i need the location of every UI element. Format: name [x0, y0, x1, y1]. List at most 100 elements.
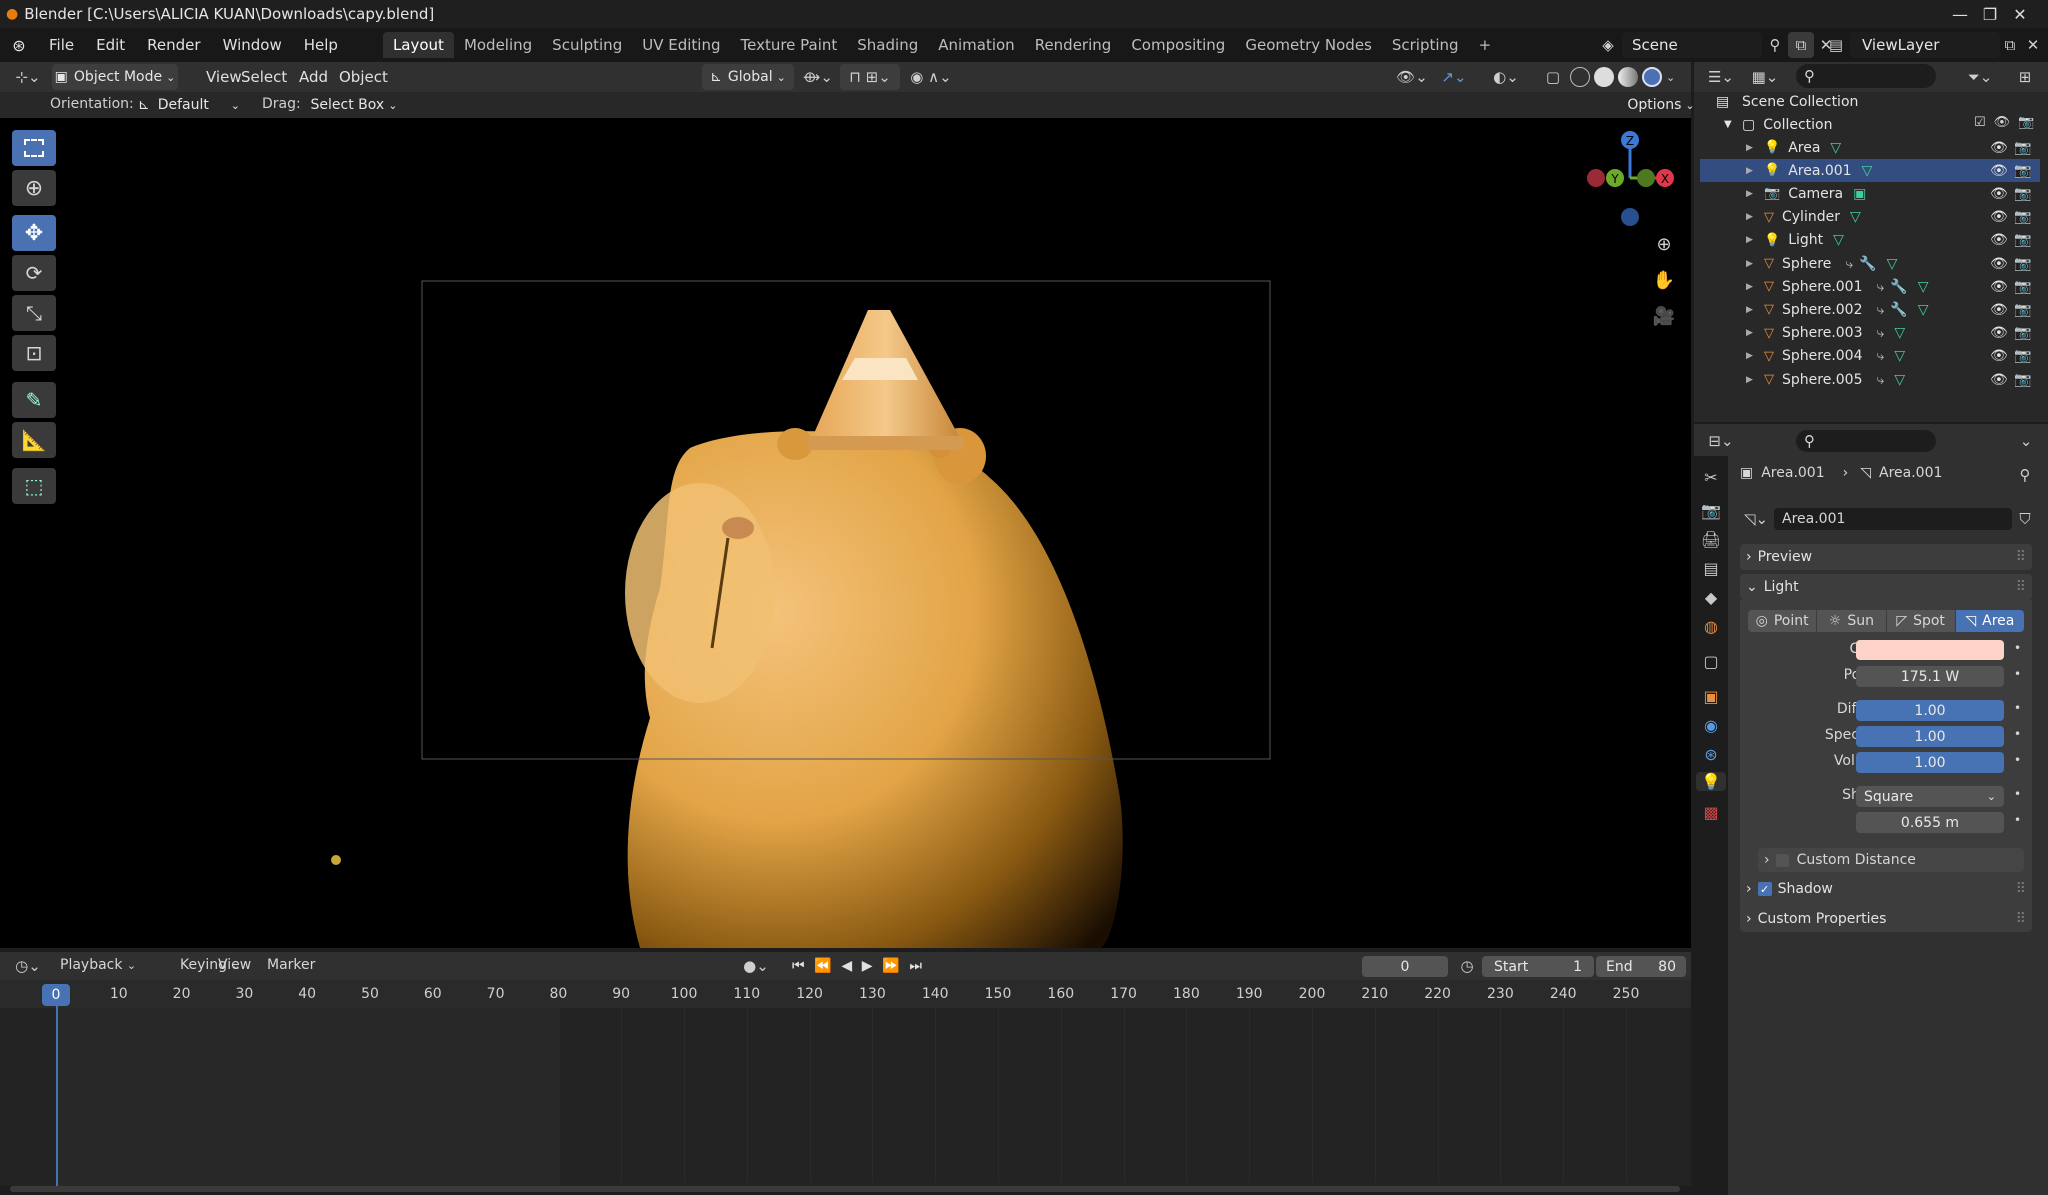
tab-layout[interactable]: Layout — [382, 32, 454, 58]
wireframe-shading-icon[interactable] — [1570, 67, 1590, 87]
proportional-editing-icon[interactable]: ◉ ∧⌄ — [906, 64, 956, 90]
playhead-frame-indicator[interactable]: 0 — [42, 984, 70, 1006]
outliner-item[interactable]: ▶ ▽ Sphere.003 ⤷ ▽ 👁 📷 — [1700, 322, 2040, 345]
outliner-scene-collection[interactable]: ▤ Scene Collection — [1700, 90, 2040, 113]
outliner-item[interactable]: ▶ ▽ Sphere.001 ⤷ 🔧 ▽ 👁 📷 — [1700, 275, 2040, 298]
volume-slider[interactable]: 1.00 — [1856, 752, 2004, 773]
drag-selector[interactable]: Select Box ⌄ — [308, 94, 400, 116]
light-type-area[interactable]: ◹ Area — [1955, 610, 2024, 632]
select-box-tool[interactable] — [12, 130, 56, 166]
fake-user-icon[interactable]: ⛉ — [2014, 508, 2036, 530]
visibility-icon[interactable]: 👁⌄ — [1394, 64, 1430, 90]
color-swatch[interactable] — [1856, 640, 2004, 660]
gizmo-toggle-icon[interactable]: ↗⌄ — [1434, 64, 1474, 90]
close-window-icon[interactable]: ✕ — [1990, 0, 2048, 28]
start-frame-field[interactable]: Start 1 — [1482, 956, 1594, 977]
expand-arrow-icon[interactable]: ▶ — [1746, 166, 1760, 176]
orientation-selector[interactable]: ⊾ Default ⌄ — [134, 94, 246, 116]
new-scene-icon[interactable]: ⧉ — [1788, 32, 1814, 58]
datablock-name-field[interactable]: Area.001 — [1774, 508, 2012, 530]
expand-arrow-icon[interactable]: ▶ — [1746, 235, 1760, 245]
outliner-item[interactable]: ▶ ▽ Sphere.005 ⤷ ▽ 👁 📷 — [1700, 368, 2040, 391]
snap-icon[interactable]: ⊓ ⊞⌄ — [840, 64, 900, 90]
power-field[interactable]: 175.1 W — [1856, 666, 2004, 687]
tab-scripting[interactable]: Scripting — [1382, 32, 1469, 58]
camera-render-icon[interactable]: 📷 — [2018, 115, 2034, 130]
menu-help[interactable]: Help — [293, 32, 349, 58]
transform-tool[interactable]: ⊡ — [12, 335, 56, 371]
diffuse-slider[interactable]: 1.00 — [1856, 700, 2004, 721]
object-tab-icon[interactable]: ▣ — [1703, 687, 1718, 706]
shape-dropdown[interactable]: Square ⌄ — [1856, 786, 2004, 807]
keyframe-dot-icon[interactable]: • — [2014, 813, 2021, 827]
keyframe-dot-icon[interactable]: • — [2014, 787, 2021, 801]
annotate-tool[interactable]: ✎ — [12, 382, 56, 418]
collection-exclude-checkbox[interactable]: ☑ — [1974, 115, 1986, 130]
keyframe-dot-icon[interactable]: • — [2014, 641, 2021, 655]
size-field[interactable]: 0.655 m — [1856, 812, 2004, 833]
eye-icon[interactable]: 👁 — [1990, 372, 2008, 388]
pin-properties-icon[interactable]: ⚲ — [2014, 464, 2036, 486]
view-layer-icon[interactable]: ▤ — [1822, 32, 1850, 58]
camera-render-icon[interactable]: 📷 — [2014, 348, 2031, 364]
eye-icon[interactable]: 👁 — [1994, 115, 2011, 130]
next-keyframe-icon[interactable]: ⏩ — [882, 958, 899, 974]
navigation-gizmo[interactable]: Z Y X — [1580, 128, 1680, 238]
camera-render-icon[interactable]: 📷 — [2014, 325, 2031, 341]
expand-arrow-icon[interactable]: ▶ — [1746, 259, 1760, 269]
tab-uv-editing[interactable]: UV Editing — [632, 32, 730, 58]
material-shading-icon[interactable] — [1618, 67, 1638, 87]
eye-icon[interactable]: 👁 — [1990, 302, 2008, 318]
overlay-icon[interactable]: ◐⌄ — [1486, 64, 1526, 90]
playhead-line[interactable] — [56, 1006, 58, 1186]
keyframe-dot-icon[interactable]: • — [2014, 727, 2021, 741]
timeline-menu-view[interactable]: View — [218, 957, 251, 973]
keyframe-dot-icon[interactable]: • — [2014, 667, 2021, 681]
3d-viewport[interactable] — [0, 118, 1691, 948]
options-button[interactable]: Options ⌄ — [1627, 94, 1695, 116]
jump-end-icon[interactable]: ⏭ — [909, 958, 922, 974]
camera-view-icon[interactable]: 🎥 — [1650, 302, 1678, 330]
tab-geometry-nodes[interactable]: Geometry Nodes — [1235, 32, 1382, 58]
shadow-panel-header[interactable]: › ✓ Shadow ⠿ — [1740, 876, 2032, 902]
menu-file[interactable]: File — [38, 32, 85, 58]
tab-sculpting[interactable]: Sculpting — [542, 32, 632, 58]
mode-selector[interactable]: ▣ Object Mode ⌄ — [52, 64, 178, 90]
camera-render-icon[interactable]: 📷 — [2014, 232, 2031, 248]
outliner-item[interactable]: ▶ ▽ Sphere ⤷ 🔧 ▽ 👁 📷 — [1700, 252, 2040, 275]
tab-shading[interactable]: Shading — [847, 32, 928, 58]
outliner-item[interactable]: ▶ 💡 Area.001 ▽ 👁 📷 — [1700, 159, 2040, 183]
timeline-menu-playback[interactable]: Playback ⌄ — [60, 957, 136, 973]
keyframe-dot-icon[interactable]: • — [2014, 753, 2021, 767]
tab-modeling[interactable]: Modeling — [454, 32, 542, 58]
menu-window[interactable]: Window — [212, 32, 293, 58]
add-cube-tool[interactable]: ⬚ — [12, 468, 56, 504]
outliner-item[interactable]: ▶ 💡 Area ▽ 👁 📷 — [1700, 136, 2040, 159]
timeline-editor-icon[interactable]: ◷⌄ — [10, 954, 46, 978]
custom-distance-checkbox[interactable] — [1775, 853, 1789, 867]
new-view-layer-icon[interactable]: ⧉ — [1998, 32, 2022, 58]
editor-type-icon[interactable]: ⊹⌄ — [8, 64, 48, 90]
collection-tab-icon[interactable]: ▢ — [1703, 652, 1718, 671]
camera-render-icon[interactable]: 📷 — [2014, 372, 2031, 388]
camera-render-icon[interactable]: 📷 — [2014, 302, 2031, 318]
move-tool[interactable]: ✥ — [12, 215, 56, 251]
tab-animation[interactable]: Animation — [928, 32, 1024, 58]
eye-icon[interactable]: 👁 — [1990, 232, 2008, 248]
expand-arrow-icon[interactable]: ▶ — [1746, 189, 1760, 199]
shadow-checkbox[interactable]: ✓ — [1757, 882, 1772, 896]
world-tab-icon[interactable]: ◍ — [1704, 617, 1718, 636]
add-workspace-icon[interactable]: + — [1469, 32, 1502, 58]
gizmo-neg-x[interactable] — [1587, 169, 1605, 187]
keyframe-dot-icon[interactable]: • — [2014, 701, 2021, 715]
expand-arrow-icon[interactable]: ▶ — [1746, 351, 1760, 361]
outliner-item[interactable]: ▶ ▽ Sphere.002 ⤷ 🔧 ▽ 👁 📷 — [1700, 298, 2040, 321]
pan-hand-icon[interactable]: ✋ — [1650, 266, 1678, 294]
menu-render[interactable]: Render — [136, 32, 211, 58]
eye-icon[interactable]: 👁 — [1990, 325, 2008, 341]
view-layer-selector[interactable]: ViewLayer — [1850, 32, 2000, 58]
blender-menu-icon[interactable]: ⊛ — [0, 36, 38, 55]
preview-panel-header[interactable]: › Preview ⠿ — [1740, 544, 2032, 570]
light-type-sun[interactable]: ☼ Sun — [1817, 610, 1887, 632]
transform-orientation-selector[interactable]: ⊾ Global ⌄ — [702, 64, 794, 90]
